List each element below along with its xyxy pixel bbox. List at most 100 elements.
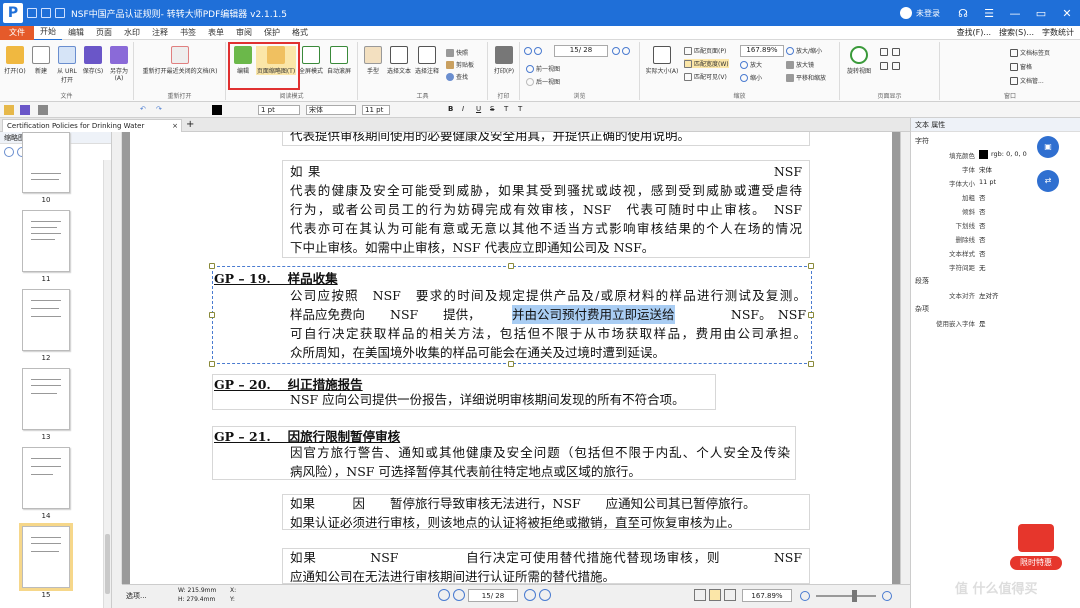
underline-button[interactable]: U [476, 105, 481, 115]
search-menu[interactable]: 搜索(S)... [999, 27, 1034, 38]
thumbnail-page[interactable] [22, 210, 70, 272]
paragraph-suspend[interactable]: 如果 因 暂停旅行导致审核无法进行，NSF 应通知公司其已暂停旅行。 如果认证必… [290, 494, 802, 532]
from-url-button[interactable]: 从 URL 打开 [54, 46, 80, 84]
window-pane-button[interactable]: 窗格 [1010, 62, 1032, 71]
last-page-icon[interactable] [622, 47, 630, 55]
auto-scroll-button[interactable]: 自动滚屏 [326, 46, 352, 75]
subscript-button[interactable]: T [518, 105, 522, 115]
resize-handle-tm[interactable] [508, 263, 514, 269]
single-page-icon[interactable] [694, 589, 706, 601]
fit-page-button[interactable]: 匹配页面(P) [684, 46, 726, 55]
superscript-button[interactable]: T [504, 105, 508, 115]
redo-icon[interactable]: ↷ [156, 105, 166, 115]
user-login[interactable]: 未登录 [900, 7, 940, 19]
thumbnail-page-selected[interactable] [19, 523, 73, 591]
resize-handle-br[interactable] [808, 361, 814, 367]
last-page-button[interactable] [539, 589, 551, 601]
reopen-button[interactable]: 重新打开最近关闭的文档(R) [138, 46, 222, 75]
font-size-select[interactable]: 11 pt [362, 105, 390, 115]
promo-widget[interactable]: 限时特惠 [1008, 520, 1068, 572]
skin-icon[interactable]: ☰ [976, 7, 1002, 20]
tab-bookmark[interactable]: 书签 [174, 26, 202, 40]
prop-embed-font[interactable]: 使用嵌入字体是 [911, 318, 1035, 328]
actual-size-button[interactable]: 实际大小(A) [644, 46, 680, 75]
layout-facing-icon[interactable] [880, 62, 888, 70]
paragraph-gp19[interactable]: 公司应按照 NSF 要求的时间及规定提供产品及/或原材料的样品进行测试及复测。 … [290, 286, 806, 362]
page-number-input[interactable]: 15/ 28 [554, 45, 608, 57]
snapshot-button[interactable]: 快照 [446, 48, 468, 57]
pan-zoom-button[interactable]: 平移和缩放 [786, 73, 826, 82]
paragraph-top[interactable]: 代表提供审核期间使用的必要健康及安全用具，并提供正确的使用说明。 [290, 132, 810, 145]
prev-page-icon[interactable] [534, 47, 542, 55]
prev-view-button[interactable]: 前一视图 [526, 64, 560, 73]
prop-bold[interactable]: 加粗否 [911, 192, 1035, 202]
close-button[interactable]: ✕ [1054, 7, 1080, 20]
thumbnail-page[interactable] [22, 132, 70, 193]
tab-edit[interactable]: 编辑 [62, 26, 90, 40]
ocr-button-icon[interactable]: ▣ [1037, 136, 1059, 158]
strike-button[interactable]: S [490, 105, 494, 115]
magnifier-button[interactable]: 放大镜 [786, 60, 814, 69]
prop-font-size[interactable]: 字体大小 11 pt [911, 178, 1035, 188]
font-select[interactable]: 宋体 [306, 105, 356, 115]
resize-handle-ml[interactable] [209, 312, 215, 318]
document-scrollbar[interactable] [900, 132, 910, 584]
word-count-menu[interactable]: 字数统计 [1042, 27, 1074, 38]
print-small-icon[interactable] [38, 105, 48, 115]
save-button[interactable]: 保存(S) [80, 46, 106, 75]
facing-icon[interactable] [724, 589, 736, 601]
resize-handle-mr[interactable] [808, 312, 814, 318]
prop-font[interactable]: 字体 宋体 [911, 164, 1035, 174]
translate-button-icon[interactable]: ⇄ [1037, 170, 1059, 192]
doc-manage-button[interactable]: 文档管... [1010, 76, 1044, 85]
prop-italic[interactable]: 倾斜否 [911, 206, 1035, 216]
zoom-toggle-button[interactable]: 放大/缩小 [786, 46, 822, 55]
select-annot-button[interactable]: 选择注释 [414, 46, 440, 75]
paragraph-gp20[interactable]: NSF 应向公司提供一份报告，详细说明审核期间发现的所有不符合项。 [290, 390, 685, 409]
tab-file[interactable]: 文件 [0, 25, 34, 40]
find-menu[interactable]: 查找(F)... [957, 27, 991, 38]
zoom-slider-thumb[interactable] [852, 590, 857, 602]
tab-comment[interactable]: 注释 [146, 26, 174, 40]
section-paragraph[interactable]: 段落 [915, 276, 929, 286]
first-page-button[interactable] [438, 589, 450, 601]
undo-icon[interactable]: ↶ [140, 105, 150, 115]
doc-tab-button[interactable]: 文档标签页 [1010, 48, 1050, 57]
tab-watermark[interactable]: 水印 [118, 26, 146, 40]
first-page-icon[interactable] [524, 47, 532, 55]
document-viewport[interactable]: 代表提供审核期间使用的必要健康及安全用具，并提供正确的使用说明。 如果 NSF … [122, 132, 900, 584]
tab-protect[interactable]: 保护 [258, 26, 286, 40]
selected-text[interactable]: 并由公司预付费用立即运送给 [512, 305, 675, 324]
status-zoom-in-icon[interactable] [882, 591, 892, 601]
section-misc[interactable]: 杂项 [915, 304, 929, 314]
section-font[interactable]: 字符 [915, 136, 929, 146]
status-zoom-input[interactable]: 167.89% [742, 589, 792, 602]
rotate-view-button[interactable]: 旋转视图 [844, 46, 874, 75]
paragraph-gp21[interactable]: 因官方旅行警告、通知或其他健康及安全问题（包括但不限于内乱、个人安全及传染 病风… [290, 443, 790, 481]
prev-page-button[interactable] [453, 589, 465, 601]
next-page-button[interactable] [524, 589, 536, 601]
select-text-button[interactable]: 选择文本 [386, 46, 412, 75]
save-small-icon[interactable] [20, 105, 30, 115]
thumb-options-icon[interactable] [4, 147, 14, 157]
line-width-select[interactable]: 1 pt [258, 105, 300, 115]
paragraph-audit-safety[interactable]: 如果 NSF 代表的健康及安全可能受到威胁，如果其受到骚扰或歧视，感到受到威胁或… [290, 162, 802, 257]
layout-single-icon[interactable] [880, 48, 888, 56]
resize-handle-bl[interactable] [209, 361, 215, 367]
new-button[interactable]: 新建 [28, 46, 54, 75]
document-tab[interactable]: Certification Policies for Drinking Wate… [2, 119, 182, 142]
next-view-button[interactable]: 后一视图 [526, 77, 560, 86]
clipboard-button[interactable]: 剪贴板 [446, 60, 474, 69]
paragraph-alternative[interactable]: 如果 NSF 自行决定可使用替代措施代替现场审核，则 NSF 应通知公司在无法进… [290, 548, 802, 584]
prop-fill-color[interactable]: 填充颜色 rgb: 0, 0, 0 [911, 150, 1035, 160]
thumbnail-page[interactable] [22, 447, 70, 509]
prop-underline[interactable]: 下划线否 [911, 220, 1035, 230]
quick-print-icon[interactable] [55, 8, 65, 18]
prop-text-style[interactable]: 文本样式否 [911, 248, 1035, 258]
quick-save-icon[interactable] [41, 8, 51, 18]
prop-strikethrough[interactable]: 删除线否 [911, 234, 1035, 244]
help-icon[interactable]: ☊ [950, 7, 976, 20]
open-button[interactable]: 打开(O) [2, 46, 28, 75]
close-tab-icon[interactable]: × [172, 120, 178, 132]
side-toggle-strip[interactable] [112, 132, 122, 608]
